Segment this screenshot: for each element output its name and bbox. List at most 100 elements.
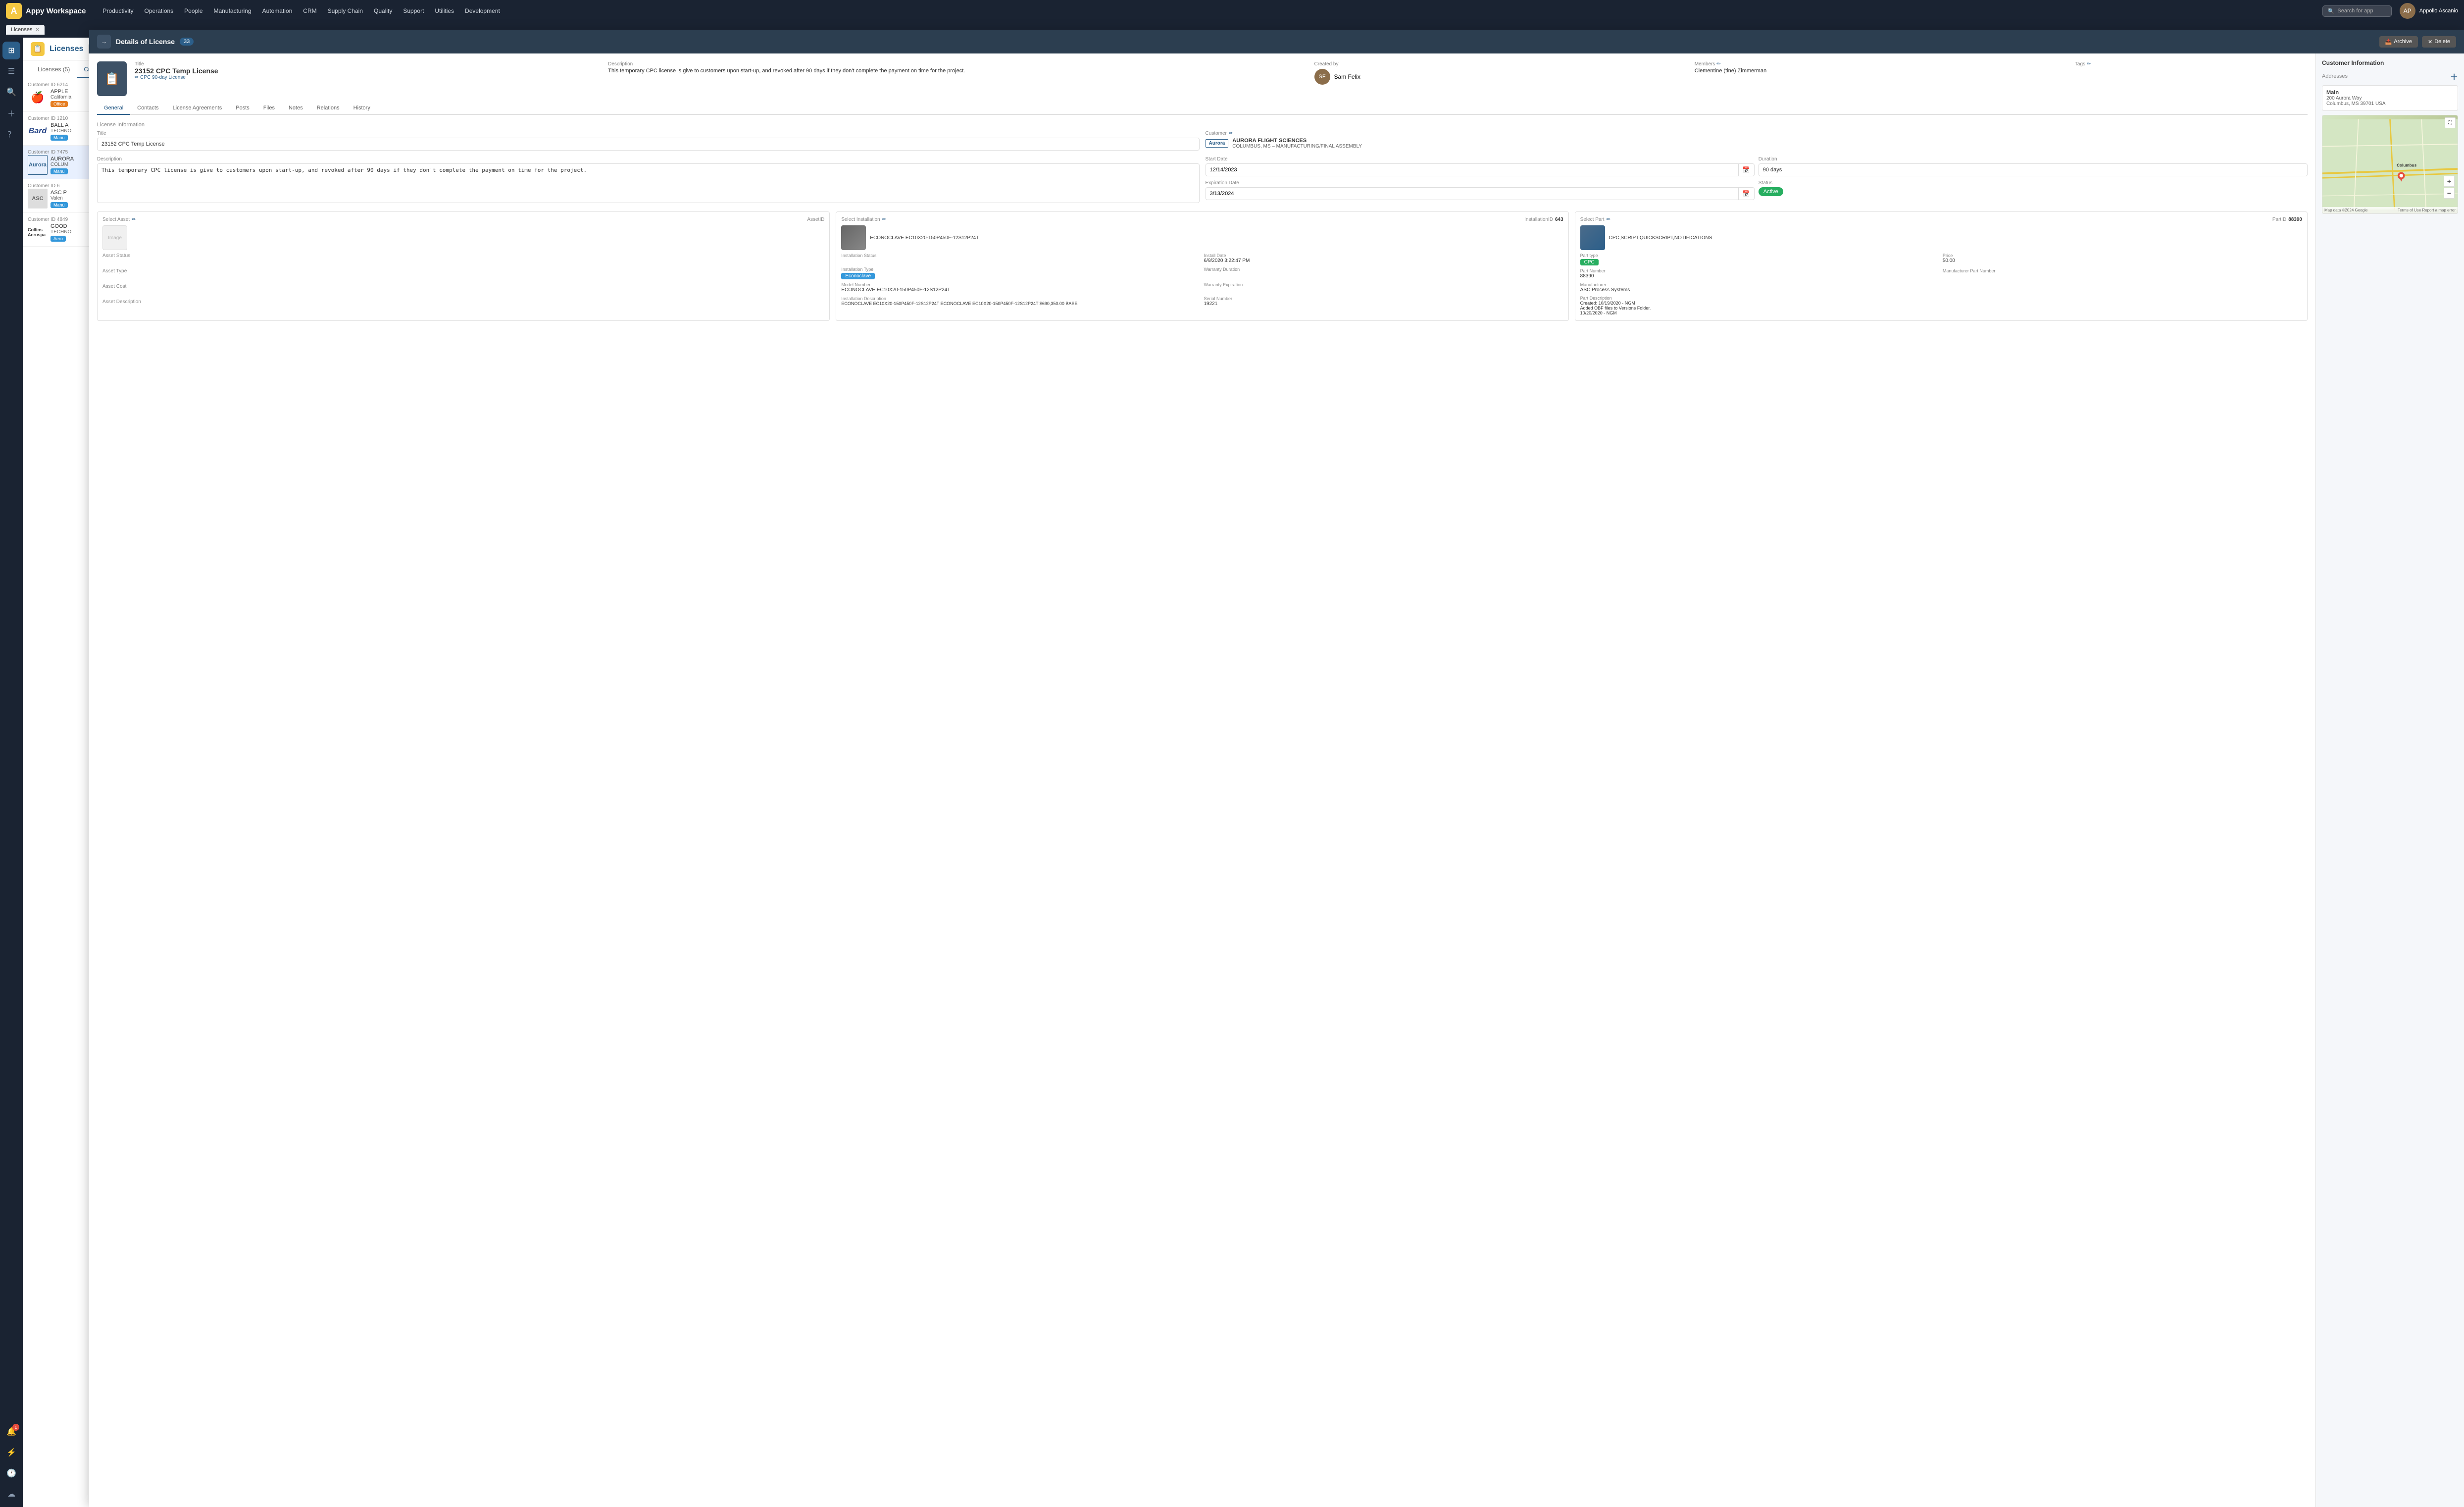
price-value: $0.00	[1943, 258, 2302, 263]
nav-quality[interactable]: Quality	[369, 5, 397, 16]
svg-text:Columbus: Columbus	[2397, 163, 2416, 168]
calendar-icon[interactable]: 📅	[1738, 164, 1754, 176]
detail-sidebar: Customer Information Addresses ＋ Main 20…	[2315, 78, 2464, 1507]
lic-dtab-history[interactable]: History	[347, 102, 377, 115]
cust-sub: TECHNO	[50, 229, 71, 235]
inst-status-label: Installation Status	[841, 253, 1201, 258]
expiration-input[interactable]	[1206, 188, 1738, 199]
expiration-field[interactable]: 📅	[1206, 187, 1755, 200]
part-edit-icon[interactable]: ✏	[1607, 217, 1610, 222]
calendar-icon2[interactable]: 📅	[1738, 188, 1754, 200]
installation-edit-icon[interactable]: ✏	[882, 217, 886, 222]
address-line1: 200 Aurora Way	[2326, 96, 2454, 101]
license-info-section: License Information Title Customer	[97, 122, 2308, 205]
installation-id-value: 643	[1555, 217, 1563, 222]
cust-name: AURORA	[50, 156, 74, 162]
sidebar-icon-grid[interactable]: ⊞	[2, 42, 20, 59]
lic-dtab-notes[interactable]: Notes	[282, 102, 310, 115]
serial-label: Serial Number	[1204, 296, 1563, 301]
lic-dtab-posts[interactable]: Posts	[229, 102, 256, 115]
expiration-label: Expiration Date	[1206, 180, 1755, 186]
nav-operations[interactable]: Operations	[139, 5, 178, 16]
tab-licenses[interactable]: Licenses ✕	[6, 25, 45, 35]
map-footer: Map data ©2024 Google Terms of Use Repor…	[2322, 207, 2458, 213]
detail-panel: → Details of License 33 📥 Archive ✕ Dele…	[89, 78, 2464, 1507]
search-app-box[interactable]: 🔍 Search for app	[2322, 5, 2392, 17]
sidebar-icon-workflow[interactable]: ⚡	[2, 1444, 20, 1461]
part-id-label: PartID	[2272, 217, 2286, 222]
inst-type-label: Installation Type	[841, 267, 1201, 272]
customer-field-label: Customer ✏	[1206, 131, 2308, 136]
add-address-button[interactable]: ＋	[2450, 78, 2458, 82]
zoom-out-button[interactable]: −	[2444, 188, 2455, 199]
search-placeholder: Search for app	[2337, 8, 2373, 14]
nav-people[interactable]: People	[179, 5, 207, 16]
sidebar-icon-question[interactable]: ？	[2, 125, 20, 143]
title-input[interactable]	[97, 138, 1200, 151]
zoom-in-button[interactable]: +	[2444, 176, 2455, 187]
sidebar-icon-menu[interactable]: ☰	[2, 62, 20, 80]
status-badge: Active	[1759, 187, 1783, 196]
app-logo[interactable]: A Appy Workspace	[6, 3, 86, 19]
part-desc-label: Part Description	[1580, 296, 2302, 301]
cust-badge: Manu	[50, 168, 68, 174]
desc-field-label: Description	[97, 156, 1200, 162]
asset-image: Image	[102, 225, 127, 250]
nav-crm[interactable]: CRM	[298, 5, 321, 16]
duration-label: Duration	[1759, 156, 2308, 162]
address-card: Main 200 Aurora Way Columbus, MS 39701 U…	[2322, 85, 2458, 111]
installation-id-label: InstallationID	[1524, 217, 1553, 222]
detail-content: 📋 Title 23152 CPC Temp License ✏ CPC 90-…	[89, 78, 2464, 1507]
cust-name-display: AURORA FLIGHT SCIENCES	[1232, 138, 1362, 144]
lic-dtab-contacts[interactable]: Contacts	[130, 102, 165, 115]
installation-title: Select Installation ✏ InstallationID 643	[841, 217, 1563, 222]
lic-dtab-relations[interactable]: Relations	[310, 102, 347, 115]
detail-main: 📋 Title 23152 CPC Temp License ✏ CPC 90-…	[89, 78, 2315, 1507]
nav-utilities[interactable]: Utilities	[430, 5, 459, 16]
sidebar-icon-search[interactable]: 🔍	[2, 83, 20, 101]
nav-manufacturing[interactable]: Manufacturing	[209, 5, 256, 16]
nav-automation[interactable]: Automation	[257, 5, 298, 16]
cust-logo: Bard	[28, 121, 48, 141]
nav-development[interactable]: Development	[460, 5, 505, 16]
notification-badge: 1	[12, 1424, 19, 1431]
created-by: SF Sam Felix	[1314, 78, 1687, 85]
nav-supply-chain[interactable]: Supply Chain	[323, 5, 368, 16]
sidebar-icon-add[interactable]: ＋	[2, 104, 20, 122]
lic-dtab-general[interactable]: General	[97, 102, 130, 115]
user-name: Appollo Ascanio	[2419, 8, 2458, 14]
aurora-sm-logo: Aurora	[1206, 139, 1229, 148]
sidebar-icon-cloud[interactable]: ☁	[2, 1485, 20, 1503]
fullscreen-button[interactable]: ⛶	[2445, 117, 2456, 128]
cust-badge: Office	[50, 101, 68, 107]
left-sidebar: ⊞ ☰ 🔍 ＋ ？ 🔔 1 ⚡ 🕐 ☁	[0, 38, 23, 1507]
edit-link[interactable]: ✏ CPC 90-day License	[135, 78, 600, 80]
lic-dtab-files[interactable]: Files	[256, 102, 282, 115]
part-type-value: CPC	[1580, 259, 1599, 265]
sidebar-icon-notify[interactable]: 🔔 1	[2, 1423, 20, 1441]
avatar[interactable]: AP	[2400, 3, 2415, 19]
cust-logo: Collins Aerospa	[28, 222, 48, 242]
tab-licenses[interactable]: Licenses (5)	[31, 62, 77, 78]
customer-edit-icon[interactable]: ✏	[1229, 131, 1233, 136]
sidebar-icon-time[interactable]: 🕐	[2, 1464, 20, 1482]
warranty-dur-label: Warranty Duration	[1204, 267, 1563, 272]
top-nav-menu: Productivity Operations People Manufactu…	[98, 5, 2318, 16]
cust-badge: Manu	[50, 135, 68, 141]
lic-dtab-agreements[interactable]: License Agreements	[166, 102, 229, 115]
desc-textarea[interactable]: This temporary CPC license is give to cu…	[97, 163, 1200, 203]
manufacturer-value: ASC Process Systems	[1580, 287, 2302, 293]
warranty-exp-label: Warranty Expiration	[1204, 282, 1563, 287]
serial-value: 19221	[1204, 301, 1563, 307]
start-date-field[interactable]: 📅	[1206, 163, 1755, 176]
mfr-part-label: Manufacturer Part Number	[1943, 268, 2302, 273]
general-tab-content: License Information Title Customer	[97, 122, 2308, 321]
asset-edit-icon[interactable]: ✏	[132, 217, 136, 222]
start-date-input[interactable]	[1206, 164, 1738, 175]
duration-input[interactable]	[1759, 163, 2308, 176]
lic-detail-tabs: General Contacts License Agreements Post…	[97, 102, 2308, 115]
logo-icon: A	[6, 3, 22, 19]
nav-productivity[interactable]: Productivity	[98, 5, 138, 16]
nav-support[interactable]: Support	[398, 5, 429, 16]
tab-close-icon[interactable]: ✕	[35, 27, 39, 33]
